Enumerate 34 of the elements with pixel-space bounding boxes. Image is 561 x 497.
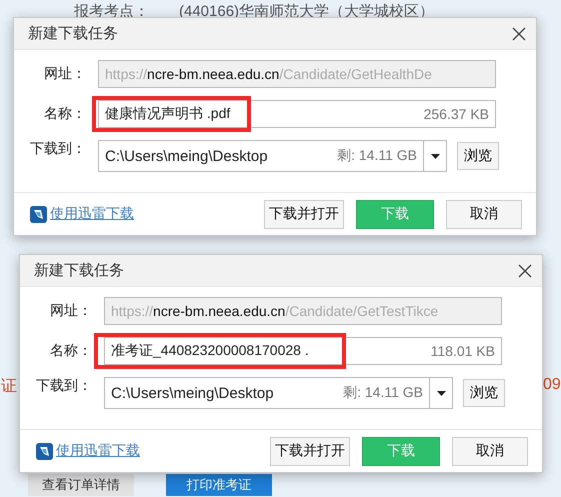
filename-field[interactable]: 准考证_440823200008170028 . 118.01 KB bbox=[104, 337, 502, 365]
dialog-title: 新建下载任务 bbox=[28, 24, 119, 43]
dialog-button[interactable]: 取消 bbox=[446, 200, 522, 228]
bird-logo-icon bbox=[30, 206, 47, 222]
field-label: 网址： bbox=[43, 65, 86, 83]
field-label: 名称： bbox=[49, 342, 92, 360]
browse-button[interactable]: 浏览 bbox=[463, 379, 505, 407]
caret-icon bbox=[430, 154, 440, 158]
thunder-download-link[interactable]: 使用迅雷下载 bbox=[50, 205, 134, 223]
dialog-button[interactable]: 取消 bbox=[452, 436, 528, 466]
dialog-title: 新建下载任务 bbox=[34, 261, 125, 280]
dropdown-button[interactable] bbox=[429, 377, 453, 409]
path-field[interactable]: C:\Users\meing\Desktop 剩: 14.11 GB bbox=[104, 377, 429, 409]
close-icon[interactable] bbox=[518, 264, 532, 278]
page-button[interactable]: 打印准考证 bbox=[166, 474, 272, 496]
dialog-button[interactable]: 下载并打开 bbox=[270, 436, 350, 466]
field-label: 下载到： bbox=[35, 377, 92, 395]
filename-field[interactable]: 健康情况声明书 .pdf 256.37 KB bbox=[98, 100, 496, 128]
dialog-button[interactable]: 下载并打开 bbox=[264, 200, 344, 228]
field-label: 名称： bbox=[43, 105, 86, 123]
dropdown-button[interactable] bbox=[423, 140, 447, 172]
thunder-download-link[interactable]: 使用迅雷下载 bbox=[56, 442, 140, 460]
page-text: 证 bbox=[1, 377, 17, 397]
path-field[interactable]: C:\Users\meing\Desktop 剩: 14.11 GB bbox=[98, 140, 423, 172]
page-button[interactable]: 查看订单详情 bbox=[28, 474, 134, 496]
browse-button[interactable]: 浏览 bbox=[457, 142, 499, 170]
url-field[interactable]: https://ncre-bm.neea.edu.cn/Candidate/GetHealthDe bbox=[98, 60, 496, 88]
field-label: 下载到： bbox=[29, 140, 86, 158]
caret-icon bbox=[436, 390, 446, 396]
field-label: 网址： bbox=[49, 302, 92, 320]
page-text: 09 bbox=[543, 376, 561, 394]
bird-logo-icon bbox=[36, 442, 53, 460]
url-field[interactable]: https://ncre-bm.neea.edu.cn/Candidate/GetTestTikce bbox=[104, 297, 502, 325]
close-icon[interactable] bbox=[512, 26, 526, 40]
